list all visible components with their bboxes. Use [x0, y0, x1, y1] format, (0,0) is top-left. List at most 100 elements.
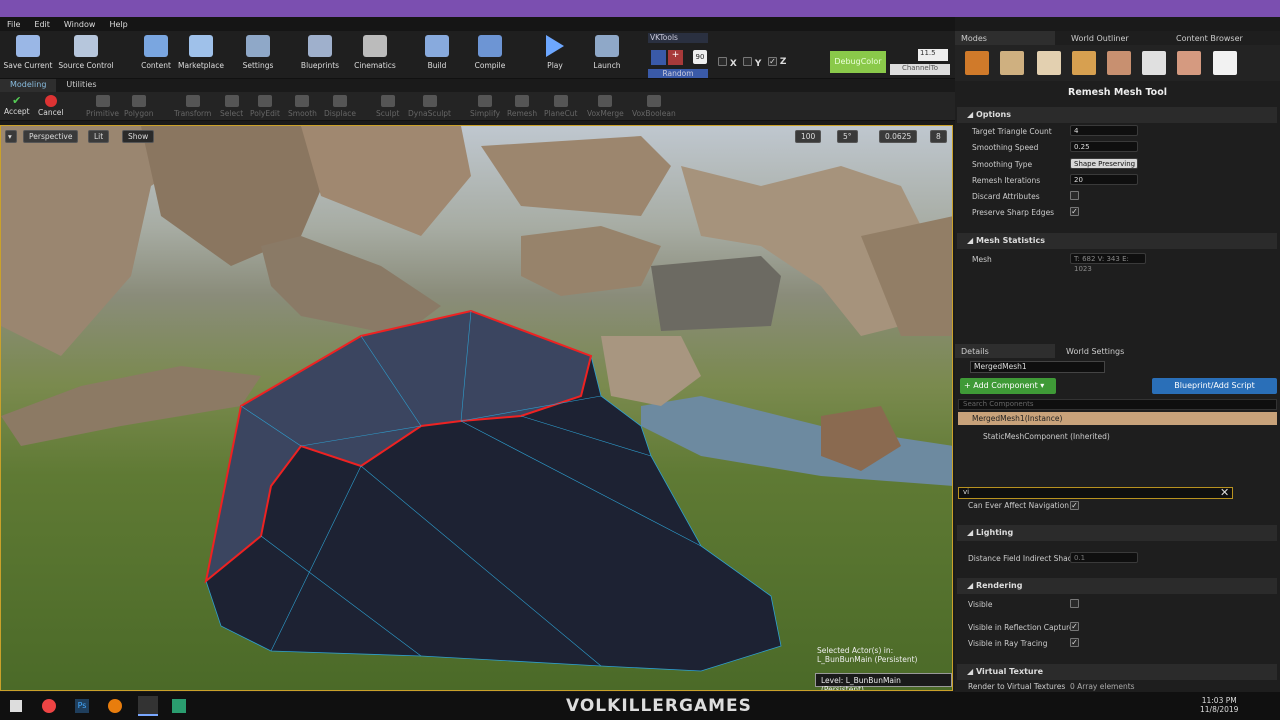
- preserve-sharp-checkbox[interactable]: ✓: [1070, 207, 1079, 216]
- tab-world-outliner[interactable]: World Outliner: [1065, 31, 1165, 45]
- vk-blue-button[interactable]: [651, 50, 666, 65]
- tab-modes[interactable]: Modes: [955, 31, 1055, 45]
- can-ever-affect-row: Can Ever Affect Navigation ✓: [968, 501, 1079, 510]
- mesh-statistics-section[interactable]: ◢ Mesh Statistics: [957, 233, 1277, 249]
- marketplace-button[interactable]: Marketplace: [173, 35, 229, 77]
- distance-field-input[interactable]: 0.1: [1070, 552, 1138, 563]
- chrome-icon[interactable]: [42, 699, 56, 713]
- tool-voxboolean[interactable]: VoxBoolean: [632, 95, 676, 118]
- menu-help[interactable]: Help: [102, 20, 134, 29]
- search-components-input[interactable]: Search Components: [958, 399, 1277, 410]
- actor-name-field[interactable]: MergedMesh1: [970, 361, 1105, 373]
- viewport-options-button[interactable]: ▾: [5, 130, 17, 143]
- rotation-snap-button[interactable]: 5°: [837, 130, 858, 143]
- animation-mode-icon[interactable]: [1213, 51, 1237, 75]
- static-mesh-component-item[interactable]: StaticMeshComponent (Inherited): [983, 432, 1110, 441]
- show-button[interactable]: Show: [122, 130, 155, 143]
- tab-modeling[interactable]: Modeling: [0, 79, 57, 92]
- blender-icon[interactable]: [108, 699, 122, 713]
- virtual-texture-section[interactable]: ◢ Virtual Texture: [957, 664, 1277, 680]
- launch-button[interactable]: Launch: [579, 35, 635, 77]
- tab-details[interactable]: Details: [955, 344, 1055, 358]
- tool-planecut[interactable]: PlaneCut: [544, 95, 578, 118]
- rendering-section[interactable]: ◢ Rendering: [957, 578, 1277, 594]
- cinematics-button[interactable]: Cinematics: [347, 35, 403, 77]
- tool-sculpt[interactable]: Sculpt: [376, 95, 399, 118]
- vk-random-button[interactable]: Random: [648, 69, 708, 78]
- tool-transform[interactable]: Transform: [174, 95, 211, 118]
- clear-filter-icon[interactable]: ✕: [1220, 486, 1229, 499]
- menu-file[interactable]: File: [0, 20, 27, 29]
- vk-z-check[interactable]: ✓ Z: [768, 57, 786, 67]
- foliage-mode-icon[interactable]: [1072, 51, 1096, 75]
- root-component-item[interactable]: MergedMesh1(Instance): [958, 412, 1277, 425]
- level-viewport[interactable]: ▾ Perspective Lit Show 100 5° 0.0625 8 S…: [0, 125, 953, 691]
- vk-red-button[interactable]: +: [668, 50, 683, 65]
- perspective-button[interactable]: Perspective: [23, 130, 79, 143]
- right-panel: Modes World Outliner Content Browser Rem…: [955, 31, 1280, 692]
- channel-to-button[interactable]: ChannelTo: [890, 64, 950, 75]
- options-section[interactable]: ◢ Options: [957, 107, 1277, 123]
- tool-remesh[interactable]: Remesh: [507, 95, 537, 118]
- build-icon: [425, 35, 449, 57]
- tool-displace[interactable]: Displace: [324, 95, 356, 118]
- debug-color-button[interactable]: DebugColor: [830, 51, 886, 73]
- visible-checkbox[interactable]: [1070, 599, 1079, 608]
- visible-ray-tracing-checkbox[interactable]: ✓: [1070, 638, 1079, 647]
- vk-y-check[interactable]: Y: [743, 57, 761, 69]
- blueprints-button[interactable]: Blueprints: [292, 35, 348, 77]
- landscape-mode-icon[interactable]: [1037, 51, 1061, 75]
- tool-primitive[interactable]: Primitive: [86, 95, 119, 118]
- unreal-icon[interactable]: [138, 696, 158, 716]
- lit-button[interactable]: Lit: [88, 130, 110, 143]
- build-button[interactable]: Build: [409, 35, 465, 77]
- visible-reflection-checkbox[interactable]: ✓: [1070, 622, 1079, 631]
- tool-polyedit[interactable]: PolyEdit: [250, 95, 280, 118]
- compile-button[interactable]: Compile: [462, 35, 518, 77]
- menu-edit[interactable]: Edit: [27, 20, 57, 29]
- play-button[interactable]: Play: [527, 35, 583, 77]
- content-icon: [144, 35, 168, 57]
- settings-button[interactable]: Settings: [230, 35, 286, 77]
- place-mode-icon[interactable]: [965, 51, 989, 75]
- scale-snap-button[interactable]: 0.0625: [879, 130, 918, 143]
- grid-size-button[interactable]: 100: [795, 130, 822, 143]
- details-filter-input[interactable]: vi: [958, 487, 1233, 499]
- mesh-paint-mode-icon[interactable]: [1177, 51, 1201, 75]
- save-current-button[interactable]: Save Current: [0, 35, 56, 77]
- tool-smooth[interactable]: Smooth: [288, 95, 317, 118]
- app-icon[interactable]: [172, 699, 186, 713]
- tab-world-settings[interactable]: World Settings: [1060, 344, 1160, 358]
- lighting-section[interactable]: ◢ Lighting: [957, 525, 1277, 541]
- can-ever-affect-checkbox[interactable]: ✓: [1070, 501, 1079, 510]
- menu-window[interactable]: Window: [57, 20, 103, 29]
- tool-dynasculpt[interactable]: DynaSculpt: [408, 95, 451, 118]
- tool-polygon[interactable]: Polygon: [124, 95, 153, 118]
- camera-speed-button[interactable]: 8: [930, 130, 947, 143]
- vk-x-check[interactable]: X: [718, 57, 737, 69]
- smoothing-type-select[interactable]: Shape Preserving: [1070, 158, 1138, 169]
- tab-content-browser[interactable]: Content Browser: [1170, 31, 1270, 45]
- discard-attributes-checkbox[interactable]: [1070, 191, 1079, 200]
- geometry-mode-icon[interactable]: [1107, 51, 1131, 75]
- modeling-mode-icon[interactable]: [1142, 51, 1166, 75]
- tool-select[interactable]: Select: [220, 95, 243, 118]
- tool-simplify[interactable]: Simplify: [470, 95, 500, 118]
- mesh-stats-row: Mesh T: 682 V: 343 E: 1023: [955, 251, 1277, 273]
- smoothing-speed-input[interactable]: 0.25: [1070, 141, 1138, 152]
- windows-start-icon[interactable]: [10, 700, 22, 712]
- discard-attributes-row: Discard Attributes: [955, 188, 1277, 204]
- vk-angle-value[interactable]: 90: [693, 50, 707, 64]
- vk-number-field[interactable]: 11.5: [918, 49, 948, 61]
- cancel-button[interactable]: Cancel: [38, 95, 63, 117]
- tab-utilities[interactable]: Utilities: [56, 79, 106, 92]
- blueprint-add-script-button[interactable]: Blueprint/Add Script: [1152, 378, 1277, 394]
- remesh-iterations-input[interactable]: 20: [1070, 174, 1138, 185]
- add-component-button[interactable]: + Add Component ▾: [960, 378, 1056, 394]
- tool-voxmerge[interactable]: VoxMerge: [587, 95, 624, 118]
- target-triangle-input[interactable]: 4: [1070, 125, 1138, 136]
- photoshop-icon[interactable]: Ps: [75, 699, 89, 713]
- accept-button[interactable]: ✔ Accept: [4, 95, 30, 117]
- source-control-button[interactable]: Source Control: [58, 35, 114, 77]
- paint-mode-icon[interactable]: [1000, 51, 1024, 75]
